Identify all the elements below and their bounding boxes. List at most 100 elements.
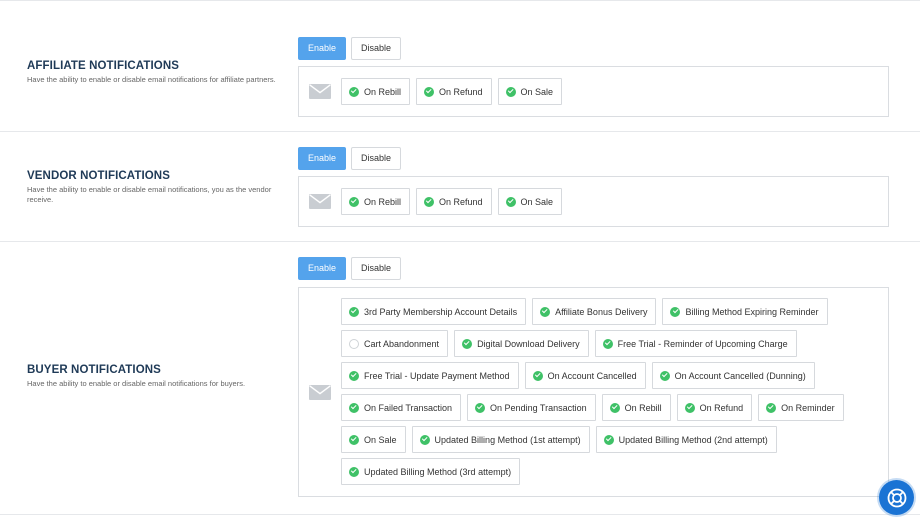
affiliate-info: AFFILIATE NOTIFICATIONS Have the ability… <box>27 60 277 85</box>
envelope-icon <box>309 84 331 99</box>
check-circle-icon <box>766 402 777 413</box>
buyer-notifications-section: BUYER NOTIFICATIONS Have the ability to … <box>0 242 920 515</box>
check-circle-icon <box>540 306 551 317</box>
notification-option[interactable]: 3rd Party Membership Account Details <box>341 298 527 325</box>
vendor-enable-button[interactable]: Enable <box>298 147 347 170</box>
check-circle-icon <box>603 434 614 445</box>
envelope-icon <box>309 385 331 400</box>
check-circle-icon <box>349 306 359 317</box>
notification-option[interactable]: On Rebill <box>341 78 411 105</box>
notification-option[interactable]: Updated Billing Method (3rd attempt) <box>341 458 521 485</box>
check-circle-icon <box>349 370 359 381</box>
buyer-info: BUYER NOTIFICATIONS Have the ability to … <box>27 364 277 389</box>
vendor-description: Have the ability to enable or disable em… <box>27 185 272 204</box>
lifebuoy-icon <box>887 488 906 507</box>
check-circle-icon <box>349 466 359 477</box>
notification-option[interactable]: On Rebill <box>341 188 411 215</box>
buyer-options-list: 3rd Party Membership Account Details Affi… <box>341 298 880 485</box>
affiliate-options-list: On Rebill On Refund On Sale <box>341 78 880 105</box>
notification-option-label: On Failed Transaction <box>364 402 453 413</box>
check-circle-icon <box>462 338 473 349</box>
notification-option[interactable]: Affiliate Bonus Delivery <box>532 298 657 325</box>
buyer-description: Have the ability to enable or disable em… <box>27 379 246 388</box>
notification-option-label: On Account Cancelled (Dunning) <box>674 370 806 381</box>
notification-option-label: On Reminder <box>781 402 835 413</box>
notification-option-label: Free Trial - Reminder of Upcoming Charge <box>617 338 788 349</box>
check-circle-icon <box>670 306 681 317</box>
help-button[interactable] <box>879 480 914 515</box>
check-circle-icon <box>475 402 486 413</box>
notification-option[interactable]: Free Trial - Update Payment Method <box>341 362 519 389</box>
notification-option[interactable]: On Sale <box>497 78 563 105</box>
notification-option[interactable]: On Sale <box>341 426 406 453</box>
affiliate-notifications-section: AFFILIATE NOTIFICATIONS Have the ability… <box>0 0 920 132</box>
vendor-disable-button[interactable]: Disable <box>351 147 402 170</box>
affiliate-toggle: Enable Disable <box>298 37 402 60</box>
vendor-title: VENDOR NOTIFICATIONS <box>27 170 170 182</box>
notification-option-label: Updated Billing Method (1st attempt) <box>434 434 581 445</box>
notification-option-label: Affiliate Bonus Delivery <box>555 306 648 317</box>
notification-option[interactable]: On Refund <box>416 78 492 105</box>
vendor-info: VENDOR NOTIFICATIONS Have the ability to… <box>27 170 277 204</box>
check-circle-icon <box>349 402 359 413</box>
notification-option-label: Cart Abandonment <box>364 338 440 349</box>
notification-option-label: 3rd Party Membership Account Details <box>364 306 518 317</box>
vendor-options-list: On Rebill On Refund On Sale <box>341 188 880 215</box>
notification-option[interactable]: On Failed Transaction <box>341 394 462 421</box>
notification-option[interactable]: On Pending Transaction <box>467 394 596 421</box>
check-circle-icon <box>505 196 516 207</box>
vendor-notifications-section: VENDOR NOTIFICATIONS Have the ability to… <box>0 132 920 242</box>
affiliate-enable-button[interactable]: Enable <box>298 37 347 60</box>
notification-option-label: Updated Billing Method (3rd attempt) <box>364 466 512 477</box>
notification-option-label: Billing Method Expiring Reminder <box>685 306 819 317</box>
check-circle-icon <box>505 86 516 97</box>
notification-option[interactable]: On Sale <box>497 188 563 215</box>
notification-option-label: Free Trial - Update Payment Method <box>364 370 510 381</box>
envelope-icon <box>309 194 331 209</box>
buyer-toggle: Enable Disable <box>298 257 402 280</box>
check-circle-icon <box>602 338 613 349</box>
notification-option-label: On Refund <box>699 402 744 413</box>
check-circle-icon <box>532 370 543 381</box>
buyer-enable-button[interactable]: Enable <box>298 257 347 280</box>
notification-option[interactable]: Updated Billing Method (2nd attempt) <box>595 426 777 453</box>
buyer-options-panel: 3rd Party Membership Account Details Affi… <box>298 287 889 497</box>
notification-option-label: Digital Download Delivery <box>477 338 580 349</box>
notification-option-label: On Sale <box>520 196 554 207</box>
check-circle-icon <box>684 402 695 413</box>
notification-option[interactable]: On Rebill <box>601 394 671 421</box>
notification-option[interactable]: Free Trial - Reminder of Upcoming Charge <box>594 330 797 357</box>
notification-option[interactable]: Digital Download Delivery <box>454 330 589 357</box>
check-circle-icon <box>349 196 359 207</box>
affiliate-options-panel: On Rebill On Refund On Sale <box>298 66 889 117</box>
notification-option-label: On Sale <box>364 434 397 445</box>
notification-option[interactable]: On Account Cancelled (Dunning) <box>651 362 815 389</box>
check-circle-icon <box>349 86 359 97</box>
notification-option-label: On Pending Transaction <box>490 402 587 413</box>
notification-option[interactable]: Updated Billing Method (1st attempt) <box>411 426 590 453</box>
check-circle-icon <box>419 434 430 445</box>
buyer-disable-button[interactable]: Disable <box>351 257 402 280</box>
notification-option-label: On Sale <box>520 86 554 97</box>
check-circle-icon <box>424 196 435 207</box>
notification-option-label: On Rebill <box>364 196 402 207</box>
check-circle-icon <box>609 402 620 413</box>
affiliate-description: Have the ability to enable or disable em… <box>27 75 276 84</box>
affiliate-title: AFFILIATE NOTIFICATIONS <box>27 60 179 72</box>
notification-option[interactable]: On Refund <box>676 394 753 421</box>
notification-option[interactable]: Billing Method Expiring Reminder <box>662 298 828 325</box>
notification-option-label: On Refund <box>439 86 483 97</box>
empty-circle-icon <box>349 338 359 349</box>
notification-option[interactable]: On Refund <box>416 188 492 215</box>
check-circle-icon <box>659 370 670 381</box>
affiliate-disable-button[interactable]: Disable <box>351 37 402 60</box>
notification-option-label: On Refund <box>439 196 483 207</box>
notification-option-label: On Rebill <box>624 402 662 413</box>
notification-option-label: On Rebill <box>364 86 402 97</box>
buyer-title: BUYER NOTIFICATIONS <box>27 364 161 376</box>
notification-option[interactable]: On Account Cancelled <box>524 362 646 389</box>
vendor-options-panel: On Rebill On Refund On Sale <box>298 176 889 227</box>
vendor-toggle: Enable Disable <box>298 147 402 170</box>
notification-option[interactable]: On Reminder <box>758 394 844 421</box>
notification-option[interactable]: Cart Abandonment <box>341 330 449 357</box>
